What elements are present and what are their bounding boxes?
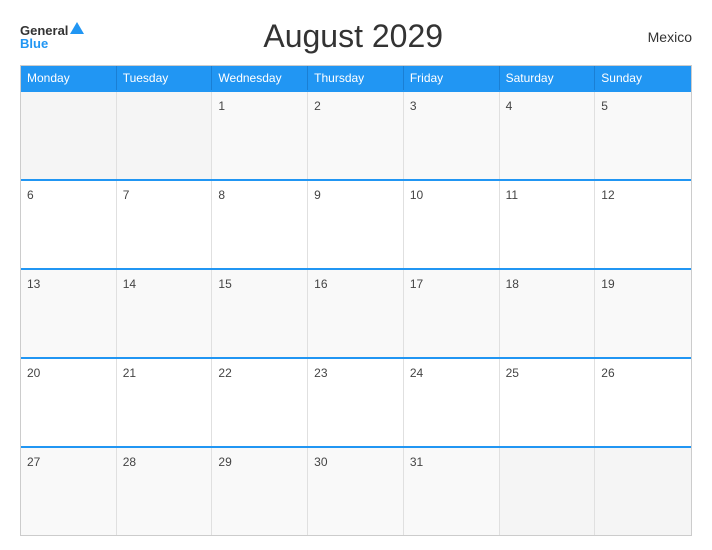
day-number: 20	[27, 366, 40, 380]
day-number: 24	[410, 366, 423, 380]
week-row-4: 20 21 22 23 24 25 26	[21, 357, 691, 446]
day-number: 27	[27, 455, 40, 469]
days-header: Monday Tuesday Wednesday Thursday Friday…	[21, 66, 691, 90]
day-cell-2-3: 16	[308, 270, 404, 357]
header-saturday: Saturday	[500, 66, 596, 90]
day-cell-4-6	[595, 448, 691, 535]
day-cell-3-0: 20	[21, 359, 117, 446]
logo-block: General Blue	[20, 24, 84, 50]
logo-general: General	[20, 24, 68, 37]
header-wednesday: Wednesday	[212, 66, 308, 90]
day-cell-4-0: 27	[21, 448, 117, 535]
day-cell-2-4: 17	[404, 270, 500, 357]
logo-blue: Blue	[20, 37, 48, 50]
header-friday: Friday	[404, 66, 500, 90]
day-cell-1-4: 10	[404, 181, 500, 268]
day-cell-1-1: 7	[117, 181, 213, 268]
day-number: 15	[218, 277, 231, 291]
day-cell-0-5: 4	[500, 92, 596, 179]
day-cell-2-5: 18	[500, 270, 596, 357]
day-cell-2-2: 15	[212, 270, 308, 357]
day-number: 30	[314, 455, 327, 469]
week-row-2: 6 7 8 9 10 11 12	[21, 179, 691, 268]
day-cell-3-3: 23	[308, 359, 404, 446]
day-cell-4-3: 30	[308, 448, 404, 535]
logo: General Blue	[20, 24, 84, 50]
header-sunday: Sunday	[595, 66, 691, 90]
day-number: 19	[601, 277, 614, 291]
day-number: 16	[314, 277, 327, 291]
day-number: 9	[314, 188, 321, 202]
week-row-5: 27 28 29 30 31	[21, 446, 691, 535]
weeks-container: 1234567891011121314151617181920212223242…	[21, 90, 691, 535]
day-cell-1-0: 6	[21, 181, 117, 268]
calendar-title: August 2029	[84, 18, 622, 55]
week-row-3: 13 14 15 16 17 18 19	[21, 268, 691, 357]
day-cell-4-5	[500, 448, 596, 535]
day-cell-0-1	[117, 92, 213, 179]
day-number: 26	[601, 366, 614, 380]
day-number: 7	[123, 188, 130, 202]
day-cell-4-2: 29	[212, 448, 308, 535]
day-number: 1	[218, 99, 225, 113]
logo-top-row: General	[20, 24, 84, 37]
day-number: 22	[218, 366, 231, 380]
calendar-grid: Monday Tuesday Wednesday Thursday Friday…	[20, 65, 692, 536]
day-number: 31	[410, 455, 423, 469]
week-row-1: 1 2 3 4 5	[21, 90, 691, 179]
day-number: 12	[601, 188, 614, 202]
header: General Blue August 2029 Mexico	[20, 18, 692, 55]
day-cell-3-4: 24	[404, 359, 500, 446]
calendar-page: General Blue August 2029 Mexico Monday T…	[0, 0, 712, 550]
day-number: 14	[123, 277, 136, 291]
header-tuesday: Tuesday	[117, 66, 213, 90]
day-cell-3-2: 22	[212, 359, 308, 446]
day-cell-4-1: 28	[117, 448, 213, 535]
day-cell-3-1: 21	[117, 359, 213, 446]
day-number: 3	[410, 99, 417, 113]
day-cell-0-4: 3	[404, 92, 500, 179]
day-cell-0-6: 5	[595, 92, 691, 179]
day-cell-2-0: 13	[21, 270, 117, 357]
day-number: 4	[506, 99, 513, 113]
day-number: 2	[314, 99, 321, 113]
day-cell-2-1: 14	[117, 270, 213, 357]
header-monday: Monday	[21, 66, 117, 90]
day-number: 8	[218, 188, 225, 202]
day-number: 25	[506, 366, 519, 380]
day-number: 17	[410, 277, 423, 291]
country-label: Mexico	[622, 29, 692, 45]
header-thursday: Thursday	[308, 66, 404, 90]
day-number: 11	[506, 188, 518, 202]
logo-triangle-icon	[70, 22, 84, 34]
day-cell-0-0	[21, 92, 117, 179]
day-cell-4-4: 31	[404, 448, 500, 535]
day-cell-3-6: 26	[595, 359, 691, 446]
day-cell-1-3: 9	[308, 181, 404, 268]
day-number: 10	[410, 188, 423, 202]
day-number: 29	[218, 455, 231, 469]
day-number: 28	[123, 455, 136, 469]
day-number: 21	[123, 366, 136, 380]
day-cell-2-6: 19	[595, 270, 691, 357]
day-cell-0-2: 1	[212, 92, 308, 179]
day-number: 23	[314, 366, 327, 380]
day-number: 13	[27, 277, 40, 291]
day-number: 18	[506, 277, 519, 291]
day-number: 5	[601, 99, 608, 113]
day-cell-1-5: 11	[500, 181, 596, 268]
day-cell-3-5: 25	[500, 359, 596, 446]
day-cell-1-6: 12	[595, 181, 691, 268]
day-cell-0-3: 2	[308, 92, 404, 179]
day-number: 6	[27, 188, 34, 202]
day-cell-1-2: 8	[212, 181, 308, 268]
